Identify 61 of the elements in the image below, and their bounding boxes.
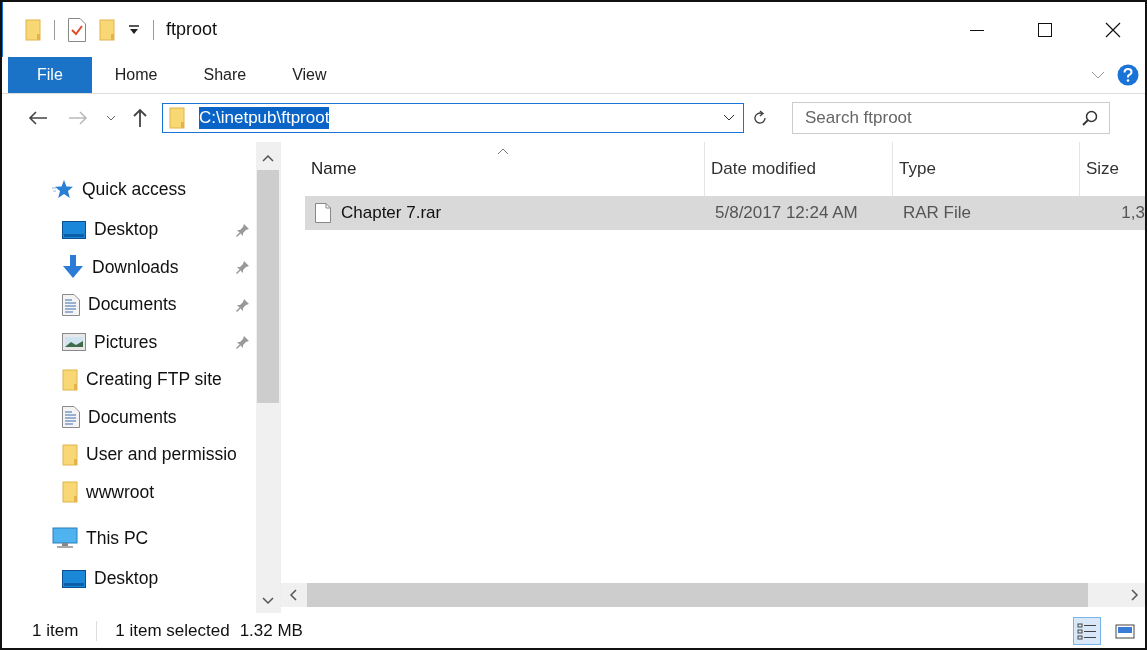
file-type: RAR File xyxy=(902,203,972,223)
details-view-icon xyxy=(1077,621,1097,641)
scroll-right-icon[interactable] xyxy=(1131,589,1139,601)
dropdown-icon[interactable] xyxy=(128,24,140,35)
up-arrow-icon[interactable] xyxy=(132,108,148,128)
desktop-icon xyxy=(62,569,86,588)
nav-item[interactable]: User and permissio xyxy=(2,436,256,474)
nav-item[interactable]: Creating FTP site xyxy=(2,361,256,399)
selection-size: 1.32 MB xyxy=(239,621,303,641)
document-icon xyxy=(62,293,80,316)
nav-item[interactable]: Pictures xyxy=(2,323,256,361)
folder-icon xyxy=(169,107,185,129)
nav-item[interactable]: wwwroot xyxy=(2,473,256,511)
file-size: 1,3 xyxy=(1120,203,1145,223)
address-field[interactable]: C:\inetpub\ftproot xyxy=(162,103,744,133)
picture-icon xyxy=(62,333,86,352)
folder-icon xyxy=(62,481,78,504)
back-arrow-icon[interactable] xyxy=(28,110,48,126)
star-icon xyxy=(52,179,74,199)
ribbon-tab[interactable]: View xyxy=(269,57,350,93)
folder-icon xyxy=(62,443,78,466)
help-icon[interactable] xyxy=(1117,64,1139,86)
chevron-down-icon[interactable] xyxy=(106,115,116,121)
ribbon-tab[interactable]: Home xyxy=(91,57,181,93)
document-icon xyxy=(62,406,80,429)
view-button[interactable] xyxy=(1073,617,1101,645)
file-name: Chapter 7.rar xyxy=(341,203,442,223)
down-arrow-icon xyxy=(62,255,84,280)
nav-group-item[interactable]: This PC xyxy=(2,523,256,553)
maximize-icon[interactable] xyxy=(1037,21,1053,38)
computer-icon xyxy=(52,527,78,549)
nav-item[interactable]: Downloads xyxy=(2,248,256,286)
nav-item[interactable]: Desktop xyxy=(2,211,256,249)
nav-item[interactable]: Desktop xyxy=(2,560,256,598)
desktop-icon xyxy=(62,220,86,239)
close-icon[interactable] xyxy=(1105,21,1121,38)
window-title: ftproot xyxy=(166,19,218,40)
scroll-up-icon[interactable] xyxy=(262,154,274,162)
nav-group-item[interactable]: Quick access xyxy=(2,174,256,204)
ribbon-tab[interactable]: Share xyxy=(180,57,270,93)
file-icon xyxy=(315,203,331,223)
refresh-icon[interactable] xyxy=(752,110,768,126)
file-menu-tab[interactable]: File xyxy=(8,57,92,93)
scroll-left-icon[interactable] xyxy=(289,589,297,601)
item-count: 1 item xyxy=(32,621,79,641)
vertical-scrollbar[interactable] xyxy=(256,142,280,613)
file-row[interactable]: Chapter 7.rar 5/8/2017 12:24 AM RAR File 1,3 xyxy=(305,196,1145,230)
checkmark-document-icon[interactable] xyxy=(68,17,86,42)
column-header[interactable]: Size xyxy=(1080,142,1145,196)
date-modified: 5/8/2017 12:24 AM xyxy=(714,203,859,223)
search-field[interactable]: Search ftproot xyxy=(792,102,1110,134)
nav-item[interactable]: Documents xyxy=(2,286,256,324)
search-icon[interactable] xyxy=(1082,110,1098,126)
nav-item[interactable]: Documents xyxy=(2,398,256,436)
folder-icon xyxy=(62,368,78,391)
selection-status: 1 item selected xyxy=(115,621,230,641)
sort-up-icon xyxy=(497,148,509,155)
scroll-down-icon[interactable] xyxy=(262,597,274,605)
large-icons-view-icon xyxy=(1115,621,1135,641)
chevron-down-icon[interactable] xyxy=(723,114,735,122)
scrollbar-thumb[interactable] xyxy=(257,170,279,403)
